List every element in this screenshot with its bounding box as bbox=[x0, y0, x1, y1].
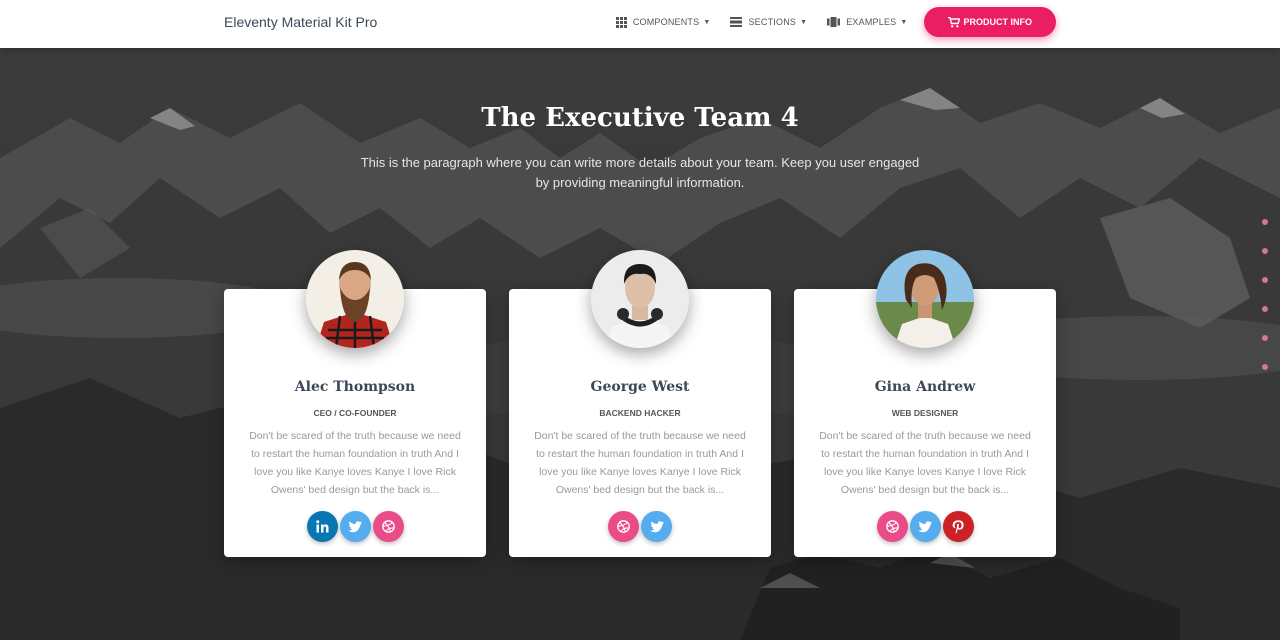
dribbble-icon bbox=[381, 520, 395, 533]
dribbble-icon bbox=[617, 520, 630, 533]
dribbble-button[interactable] bbox=[608, 511, 639, 542]
nav-examples-dropdown[interactable]: EXAMPLES ▼ bbox=[817, 7, 917, 37]
pinterest-icon bbox=[952, 519, 964, 534]
avatar[interactable] bbox=[591, 250, 689, 348]
avatar[interactable] bbox=[876, 250, 974, 348]
team-card-gina-andrew: Gina Andrew WEB DESIGNER Don't be scared… bbox=[794, 250, 1056, 557]
side-nav-dots bbox=[1262, 219, 1268, 393]
dribbble-button[interactable] bbox=[372, 511, 404, 542]
member-name: Alec Thompson bbox=[294, 379, 416, 395]
side-nav-dot[interactable] bbox=[1262, 306, 1268, 312]
view-day-icon bbox=[730, 17, 743, 27]
brand-link[interactable]: Eleventy Material Kit Pro bbox=[224, 14, 377, 30]
side-nav-dot[interactable] bbox=[1262, 248, 1268, 254]
social-buttons bbox=[224, 511, 486, 542]
team-card-george-west: George West BACKEND HACKER Don't be scar… bbox=[509, 250, 771, 557]
caret-down-icon: ▼ bbox=[800, 18, 808, 26]
nav-sections-dropdown[interactable]: SECTIONS ▼ bbox=[720, 7, 817, 37]
avatar[interactable] bbox=[306, 250, 404, 348]
twitter-icon bbox=[348, 520, 362, 532]
side-nav-dot[interactable] bbox=[1262, 335, 1268, 341]
member-bio: Don't be scared of the truth because we … bbox=[819, 430, 1031, 496]
social-buttons bbox=[794, 511, 1056, 542]
section-title: The Executive Team 4 bbox=[481, 103, 799, 133]
twitter-button[interactable] bbox=[641, 511, 672, 542]
view-carousel-icon bbox=[827, 17, 841, 27]
caret-down-icon: ▼ bbox=[703, 18, 711, 26]
member-name: George West bbox=[590, 379, 690, 395]
shopping-cart-icon bbox=[947, 16, 960, 27]
twitter-icon bbox=[649, 520, 664, 532]
twitter-icon bbox=[918, 520, 932, 532]
pinterest-button[interactable] bbox=[942, 511, 974, 542]
member-role: WEB DESIGNER bbox=[891, 408, 959, 418]
twitter-button[interactable] bbox=[909, 511, 941, 542]
product-info-button[interactable]: PRODUCT INFO bbox=[923, 7, 1056, 37]
twitter-button[interactable] bbox=[339, 511, 371, 542]
apps-icon bbox=[615, 16, 627, 28]
side-nav-dot[interactable] bbox=[1262, 219, 1268, 225]
caret-down-icon: ▼ bbox=[900, 18, 908, 26]
social-buttons bbox=[509, 511, 771, 542]
member-bio: Don't be scared of the truth because we … bbox=[249, 430, 461, 496]
side-nav-dot[interactable] bbox=[1262, 277, 1268, 283]
nav-components-label: COMPONENTS bbox=[632, 17, 700, 27]
member-bio: Don't be scared of the truth because we … bbox=[534, 430, 746, 496]
side-nav-dot[interactable] bbox=[1262, 364, 1268, 370]
product-info-label: PRODUCT INFO bbox=[963, 17, 1033, 27]
dribbble-icon bbox=[885, 520, 899, 533]
nav-components-dropdown[interactable]: COMPONENTS ▼ bbox=[606, 7, 721, 37]
member-name: Gina Andrew bbox=[874, 379, 976, 395]
dribbble-button[interactable] bbox=[876, 511, 908, 542]
linkedin-button[interactable] bbox=[306, 511, 338, 542]
linkedin-icon bbox=[315, 520, 328, 533]
navbar: Eleventy Material Kit Pro COMPONENTS ▼ S… bbox=[0, 0, 1280, 48]
member-role: BACKEND HACKER bbox=[599, 408, 681, 418]
section-description: This is the paragraph where you can writ… bbox=[360, 155, 920, 190]
nav-menu: COMPONENTS ▼ SECTIONS ▼ EXAMPLES ▼ PRODU… bbox=[606, 7, 1056, 37]
team-card-alec-thompson: Alec Thompson CEO / CO-FOUNDER Don't be … bbox=[224, 250, 486, 557]
member-role: CEO / CO-FOUNDER bbox=[313, 408, 397, 418]
nav-examples-label: EXAMPLES bbox=[846, 17, 897, 27]
nav-sections-label: SECTIONS bbox=[748, 17, 797, 27]
